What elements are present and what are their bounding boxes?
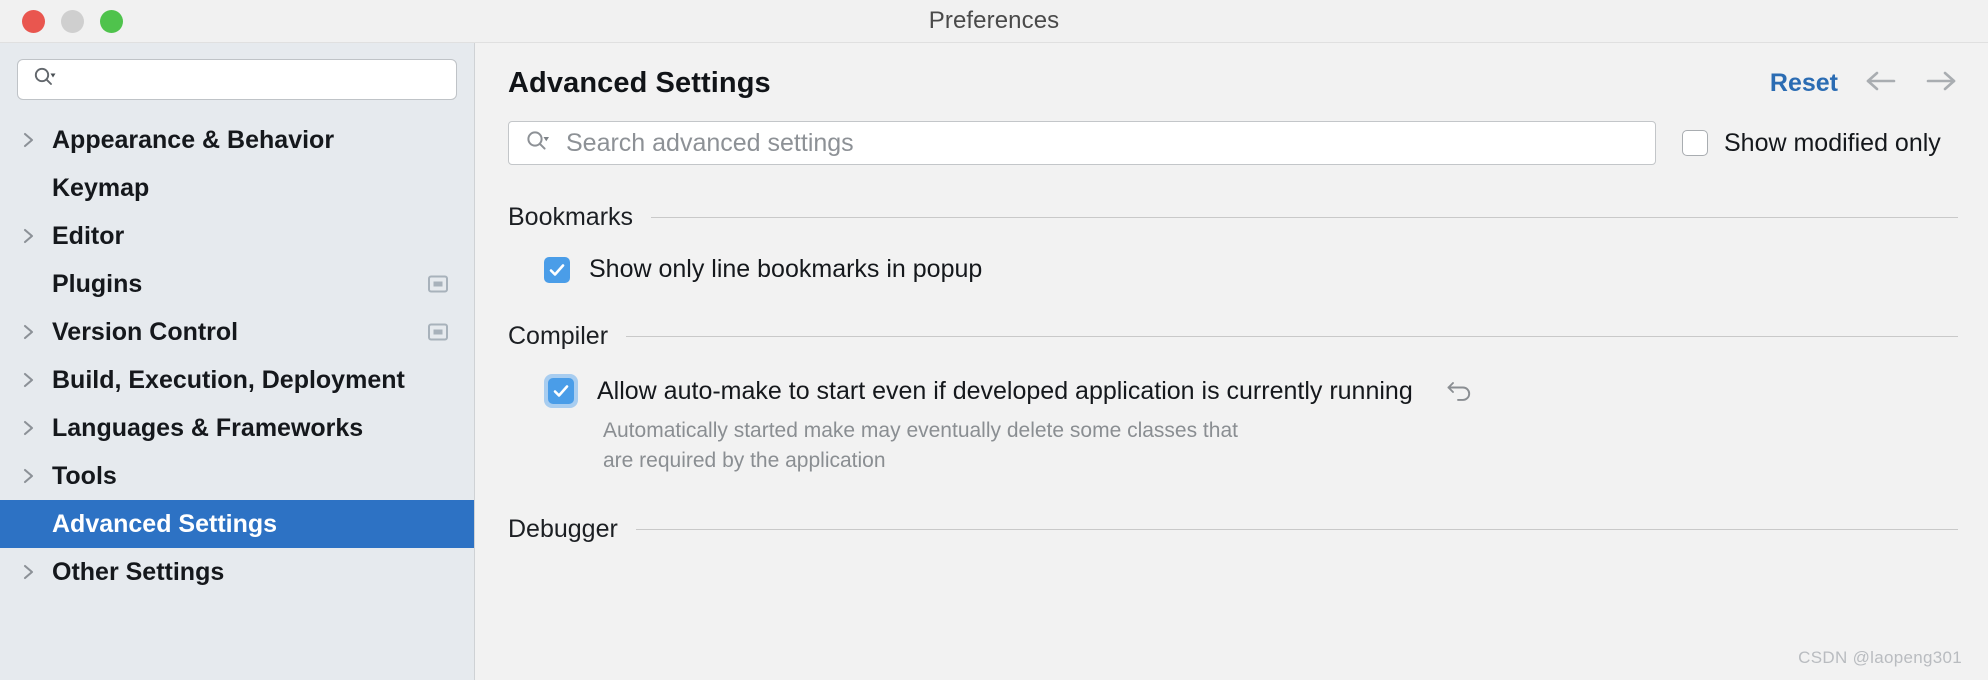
plugin-badge-icon xyxy=(428,323,448,341)
section-bookmarks: Bookmarks Show only line bookmarks in po… xyxy=(475,203,1988,284)
sidebar-item-plugins[interactable]: Plugins xyxy=(0,260,474,308)
settings-main-panel: Advanced Settings Reset xyxy=(475,43,1988,680)
sidebar-item-advanced-settings[interactable]: Advanced Settings xyxy=(0,500,474,548)
search-placeholder: Search advanced settings xyxy=(566,129,854,158)
chevron-right-icon[interactable] xyxy=(22,130,48,150)
chevron-right-icon[interactable] xyxy=(22,226,48,246)
show-modified-only-checkbox[interactable]: Show modified only xyxy=(1682,129,1941,158)
checkbox-focus-ring xyxy=(544,374,578,408)
arrow-right-icon[interactable] xyxy=(1924,69,1958,98)
titlebar: Preferences xyxy=(0,0,1988,43)
page-title: Advanced Settings xyxy=(508,67,771,100)
window-body: Appearance & Behavior Keymap Editor Plug… xyxy=(0,43,1988,680)
sidebar-item-appearance-behavior[interactable]: Appearance & Behavior xyxy=(0,116,474,164)
section-title: Compiler xyxy=(508,322,608,351)
section-divider xyxy=(626,336,1958,337)
chevron-right-icon[interactable] xyxy=(22,322,48,342)
chevron-right-icon[interactable] xyxy=(22,466,48,486)
chevron-right-icon[interactable] xyxy=(22,418,48,438)
chevron-right-icon[interactable] xyxy=(22,370,48,390)
main-header: Advanced Settings Reset xyxy=(475,43,1988,100)
settings-sidebar: Appearance & Behavior Keymap Editor Plug… xyxy=(0,43,475,680)
search-icon xyxy=(32,65,56,94)
show-modified-only-label: Show modified only xyxy=(1724,129,1941,158)
search-icon xyxy=(524,128,550,159)
sidebar-item-label: Keymap xyxy=(52,174,149,203)
section-compiler: Compiler Allow auto-make to start even i… xyxy=(475,322,1988,477)
sidebar-item-label: Tools xyxy=(52,462,117,491)
sidebar-search-input[interactable] xyxy=(17,59,457,100)
section-header: Bookmarks xyxy=(508,203,1958,232)
sidebar-item-label: Plugins xyxy=(52,270,142,299)
setting-show-only-line-bookmarks[interactable]: Show only line bookmarks in popup xyxy=(508,255,1958,284)
preferences-window: Preferences xyxy=(0,0,1988,680)
sidebar-item-tools[interactable]: Tools xyxy=(0,452,474,500)
setting-label: Show only line bookmarks in popup xyxy=(589,255,982,284)
section-debugger: Debugger xyxy=(475,515,1988,544)
watermark: CSDN @laopeng301 xyxy=(1798,648,1962,668)
sidebar-item-label: Version Control xyxy=(52,318,238,347)
sidebar-item-label: Advanced Settings xyxy=(52,510,277,539)
minimize-button[interactable] xyxy=(61,10,84,33)
setting-description: Automatically started make may eventuall… xyxy=(508,416,1268,477)
sidebar-item-keymap[interactable]: Keymap xyxy=(0,164,474,212)
header-actions: Reset xyxy=(1770,69,1958,98)
window-controls xyxy=(0,10,123,33)
reset-button[interactable]: Reset xyxy=(1770,69,1838,98)
close-button[interactable] xyxy=(22,10,45,33)
checkbox-unchecked-icon[interactable] xyxy=(1682,130,1708,156)
sidebar-item-label: Editor xyxy=(52,222,124,251)
setting-allow-auto-make[interactable]: Allow auto-make to start even if develop… xyxy=(508,374,1958,408)
section-header: Debugger xyxy=(508,515,1958,544)
sidebar-item-label: Appearance & Behavior xyxy=(52,126,334,155)
window-title: Preferences xyxy=(0,7,1988,35)
revert-icon[interactable] xyxy=(1446,376,1476,407)
sidebar-search-container xyxy=(0,43,474,112)
sidebar-item-other-settings[interactable]: Other Settings xyxy=(0,548,474,596)
section-divider xyxy=(651,217,1958,218)
checkbox-checked-icon[interactable] xyxy=(548,378,574,404)
sidebar-item-label: Build, Execution, Deployment xyxy=(52,366,405,395)
zoom-button[interactable] xyxy=(100,10,123,33)
checkbox-checked-icon[interactable] xyxy=(544,257,570,283)
plugin-badge-icon xyxy=(428,275,448,293)
setting-label: Allow auto-make to start even if develop… xyxy=(597,377,1413,406)
sidebar-item-label: Languages & Frameworks xyxy=(52,414,363,443)
sidebar-item-build-execution-deployment[interactable]: Build, Execution, Deployment xyxy=(0,356,474,404)
section-title: Bookmarks xyxy=(508,203,633,232)
section-header: Compiler xyxy=(508,322,1958,351)
chevron-right-icon[interactable] xyxy=(22,562,48,582)
sidebar-item-label: Other Settings xyxy=(52,558,224,587)
sidebar-item-editor[interactable]: Editor xyxy=(0,212,474,260)
search-row: Search advanced settings Show modified o… xyxy=(475,100,1988,165)
section-divider xyxy=(636,529,1958,530)
sidebar-item-version-control[interactable]: Version Control xyxy=(0,308,474,356)
settings-tree: Appearance & Behavior Keymap Editor Plug… xyxy=(0,112,474,596)
search-input[interactable]: Search advanced settings xyxy=(508,121,1656,165)
section-title: Debugger xyxy=(508,515,618,544)
arrow-left-icon[interactable] xyxy=(1864,69,1898,98)
sidebar-item-languages-frameworks[interactable]: Languages & Frameworks xyxy=(0,404,474,452)
